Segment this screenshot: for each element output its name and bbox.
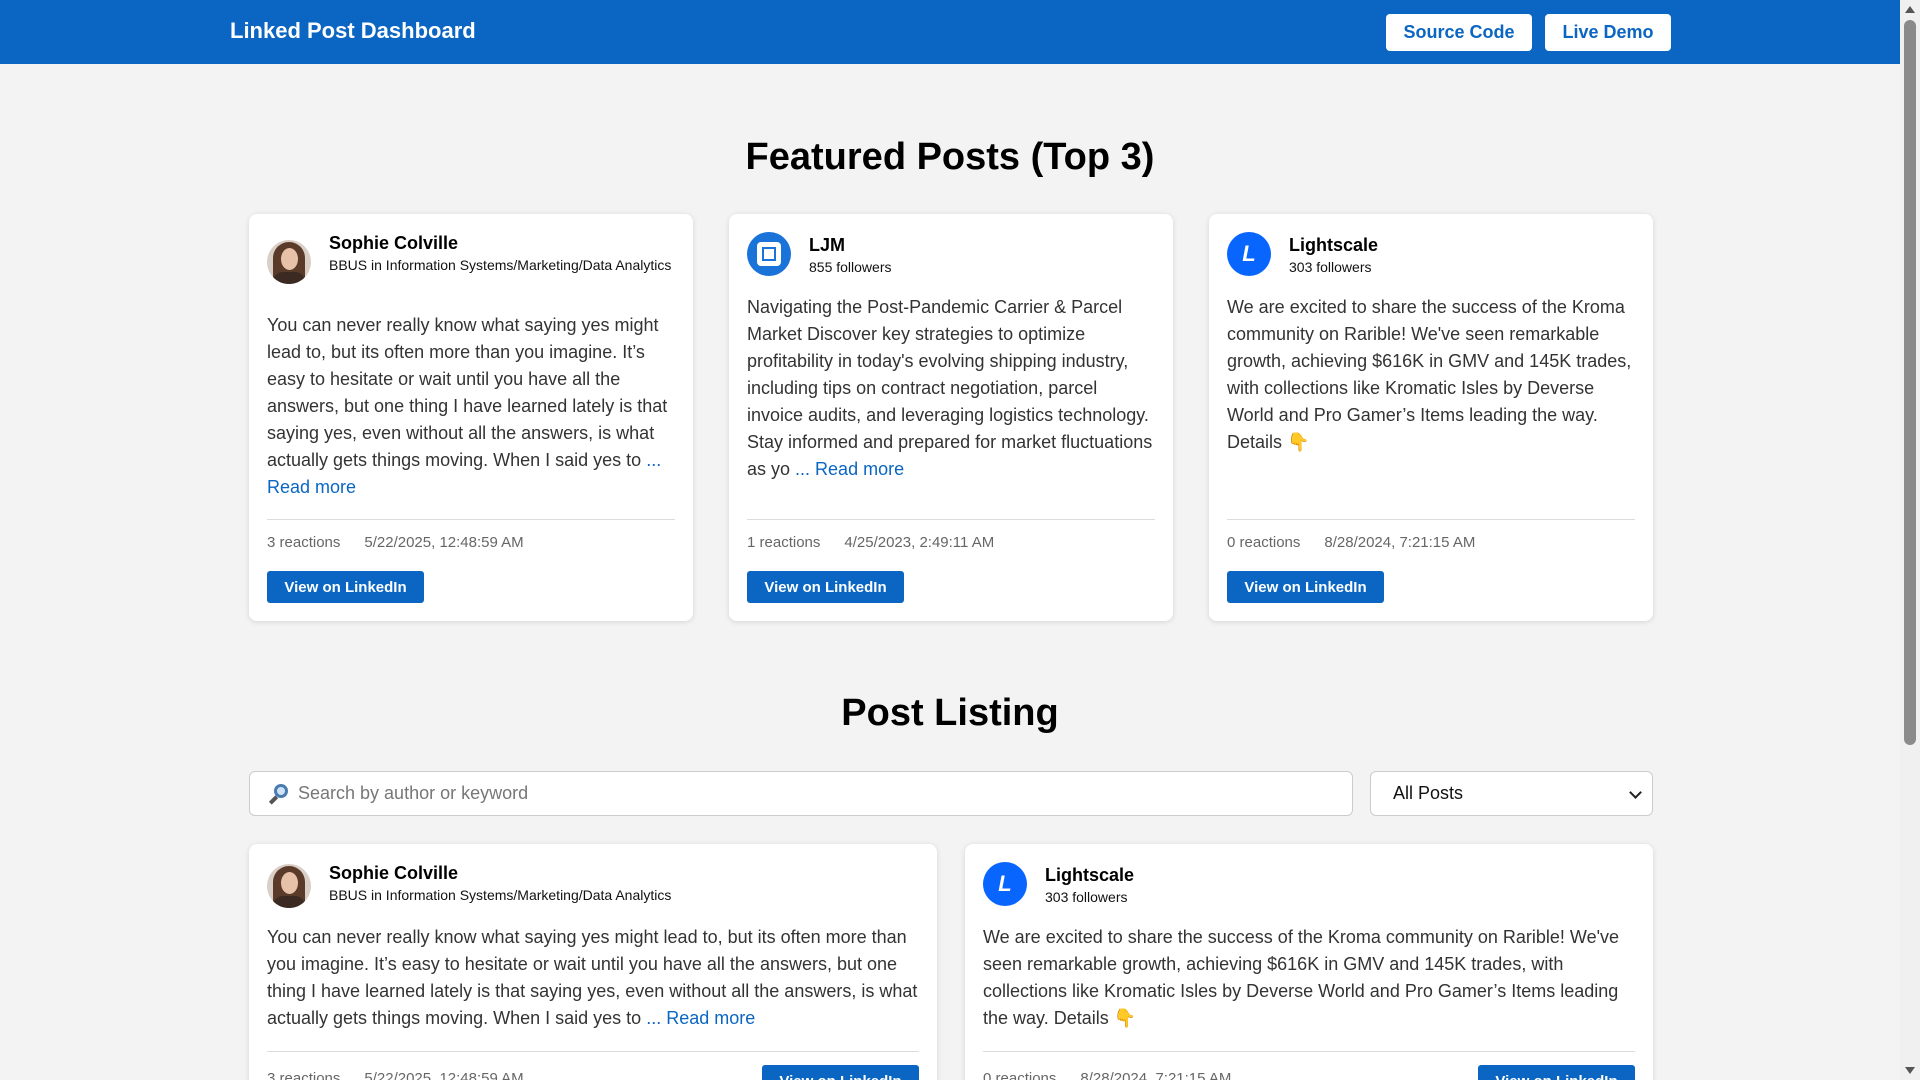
author-subtitle: BBUS in Information Systems/Marketing/Da… [329,257,672,273]
avatar [267,240,311,284]
author-subtitle: 303 followers [1045,889,1128,905]
featured-post-card: L Lightscale 303 followers We are excite… [1209,214,1653,621]
read-more-link[interactable]: ... Read more [646,1008,755,1028]
post-meta: 3 reactions 5/22/2025, 12:48:59 AM [267,534,524,551]
post-body: Navigating the Post-Pandemic Carrier & P… [747,297,1153,479]
filter-selected-value: All Posts [1393,783,1464,803]
reactions-count: 0 reactions [1227,534,1301,551]
view-on-linkedin-button[interactable]: View on LinkedIn [1227,571,1384,603]
divider [267,1051,919,1052]
author-subtitle: BBUS in Information Systems/Marketing/Da… [329,887,672,903]
top-navbar: Linked Post Dashboard Source Code Live D… [0,0,1900,64]
author-subtitle: 303 followers [1289,259,1372,275]
post-date: 8/28/2024, 7:21:15 AM [1324,534,1476,551]
reactions-count: 0 reactions [983,1070,1057,1080]
author-name: Sophie Colville [329,863,459,883]
chevron-down-icon [1629,786,1642,799]
post-text: We are excited to share the success of t… [1227,297,1632,452]
featured-post-card: LJM 855 followers Navigating the Post-Pa… [729,214,1173,621]
post-body: You can never really know what saying ye… [267,315,668,470]
featured-section-title: Featured Posts (Top 3) [745,136,1155,178]
scrollbar-thumb[interactable] [1904,20,1916,745]
app-title: Linked Post Dashboard [230,18,476,43]
reactions-count: 3 reactions [267,1070,341,1080]
post-list-card: Sophie Colville BBUS in Information Syst… [249,844,937,1080]
source-code-button[interactable]: Source Code [1386,14,1532,51]
post-date: 8/28/2024, 7:21:15 AM [1080,1070,1232,1080]
lightscale-logo-icon: L [1227,232,1271,276]
reactions-count: 1 reactions [747,534,821,551]
post-author: L Lightscale 303 followers [1227,232,1635,277]
post-author: L Lightscale 303 followers [983,862,1635,907]
divider [1227,519,1635,520]
post-filter-select[interactable]: All Posts [1370,771,1653,816]
post-author: Sophie Colville BBUS in Information Syst… [267,232,675,284]
featured-post-card: Sophie Colville BBUS in Information Syst… [249,214,693,621]
search-input[interactable] [298,783,1352,804]
search-icon [268,783,290,805]
live-demo-button[interactable]: Live Demo [1545,14,1671,51]
view-on-linkedin-button[interactable]: View on LinkedIn [762,1065,919,1080]
view-on-linkedin-button[interactable]: View on LinkedIn [747,571,904,603]
search-box[interactable] [249,771,1353,816]
post-meta: 3 reactions 5/22/2025, 12:48:59 AM [267,1070,524,1080]
post-meta: 1 reactions 4/25/2023, 2:49:11 AM [747,534,994,551]
scroll-up-arrow-icon[interactable] [1905,6,1915,13]
post-meta: 0 reactions 8/28/2024, 7:21:15 AM [983,1070,1231,1080]
avatar [267,864,311,908]
post-date: 5/22/2025, 12:48:59 AM [364,534,524,551]
post-text: We are excited to share the success of t… [983,927,1620,1028]
post-date: 5/22/2025, 12:48:59 AM [364,1070,524,1080]
post-author: LJM 855 followers [747,232,1155,277]
author-name: Lightscale [1045,865,1135,885]
view-on-linkedin-button[interactable]: View on LinkedIn [267,571,424,603]
post-list-card: L Lightscale 303 followers We are excite… [965,844,1653,1080]
post-text: You can never really know what saying ye… [267,312,675,501]
author-name: Lightscale [1289,235,1379,255]
avatar [747,232,791,276]
divider [747,519,1155,520]
author-subtitle: 855 followers [809,259,892,275]
post-text: Navigating the Post-Pandemic Carrier & P… [747,294,1155,483]
post-body: You can never really know what saying ye… [267,927,918,1028]
read-more-link[interactable]: ... Read more [795,459,904,479]
post-author: Sophie Colville BBUS in Information Syst… [267,862,919,908]
author-name: Sophie Colville [329,233,459,253]
divider [267,519,675,520]
divider [983,1051,1635,1052]
post-meta: 0 reactions 8/28/2024, 7:21:15 AM [1227,534,1475,551]
post-text: You can never really know what saying ye… [267,924,919,1032]
listing-section-title: Post Listing [841,692,1059,734]
post-date: 4/25/2023, 2:49:11 AM [844,534,995,551]
scroll-down-arrow-icon[interactable] [1905,1067,1915,1074]
view-on-linkedin-button[interactable]: View on LinkedIn [1478,1065,1635,1080]
page-scrollbar[interactable] [1900,0,1920,1080]
reactions-count: 3 reactions [267,534,341,551]
author-name: LJM [809,235,845,255]
lightscale-logo-icon: L [983,862,1027,906]
